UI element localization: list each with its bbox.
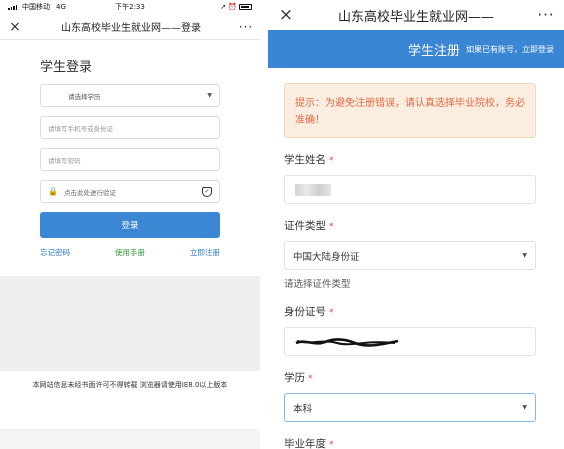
page-title: 山东高校毕业生就业网——登录: [61, 23, 201, 34]
year-label-text: 毕业年度: [284, 438, 326, 449]
caret-down-icon: ▼: [522, 404, 527, 411]
required-mark: *: [329, 222, 334, 232]
education-select-value: 请选择学历: [68, 92, 101, 101]
caret-down-icon: ▼: [522, 252, 527, 259]
required-mark: *: [329, 156, 334, 166]
phone-input[interactable]: 请填写手机号或身份证: [40, 116, 220, 139]
alarm-icon: ⏰: [228, 3, 237, 11]
verify-text: 点击此处进行验证: [63, 188, 116, 197]
required-mark: *: [329, 308, 334, 318]
cert-hint: 请选择证件类型: [284, 279, 351, 290]
education-select[interactable]: 本科 ▼: [284, 393, 536, 422]
name-input[interactable]: [284, 175, 536, 204]
caret-down-icon: ▼: [207, 92, 212, 99]
carrier-label: 中国移动: [22, 3, 50, 11]
cert-label-text: 证件类型: [284, 220, 326, 232]
footer-notice: 本网站信息未经书面许可不得转载 浏览器请使用IE8.0以上版本: [0, 371, 260, 429]
cert-label: 证件类型 *: [284, 218, 536, 233]
lock-icon: 🔒: [48, 187, 58, 196]
nav-bar: × 山东高校毕业生就业网——登录 ···: [0, 14, 260, 40]
has-account-text: 如果已有账号，: [466, 44, 522, 54]
close-icon[interactable]: ×: [0, 19, 30, 35]
cert-type-value: 中国大陆身份证: [293, 251, 360, 263]
password-input[interactable]: 请填写密码: [40, 148, 220, 171]
id-label-text: 身份证号: [284, 306, 326, 318]
name-label: 学生姓名 *: [284, 152, 536, 167]
forgot-password-link[interactable]: 忘记密码: [40, 247, 70, 258]
network-label: 4G: [56, 3, 66, 11]
empty-area: [0, 276, 260, 371]
shield-icon: ✓: [202, 186, 212, 197]
location-icon: ➚: [220, 3, 227, 11]
login-now-link[interactable]: 立即登录: [522, 45, 554, 54]
register-screen: × 山东高校毕业生就业网—— ··· 学生注册 如果已有账号，立即登录 提示：为…: [268, 0, 564, 449]
name-label-text: 学生姓名: [284, 154, 326, 166]
login-links: 忘记密码 使用手册 立即注册: [40, 247, 220, 258]
nav-bar: × 山东高校毕业生就业网—— ···: [268, 0, 564, 30]
battery-icon: [239, 4, 252, 10]
register-form: 学生姓名 * 证件类型 * 中国大陆身份证 ▼ 请选择证件类型 身份证号 * 学历 * …: [268, 152, 564, 449]
register-subtitle: 如果已有账号，立即登录: [466, 44, 554, 55]
login-screen: 中国移动 4G 下午2:33 ➚ ⏰ × 山东高校毕业生就业网——登录 ··· …: [0, 0, 260, 449]
phone-placeholder: 请填写手机号或身份证: [48, 124, 113, 133]
required-mark: *: [308, 374, 313, 384]
login-button[interactable]: 登录: [40, 212, 220, 238]
password-placeholder: 请填写密码: [48, 156, 81, 165]
register-title: 学生注册: [407, 43, 460, 59]
redacted-name: [295, 183, 331, 196]
edu-label: 学历 *: [284, 370, 536, 385]
education-value: 本科: [293, 403, 313, 415]
page-title: 山东高校毕业生就业网——: [337, 9, 494, 25]
register-link[interactable]: 立即注册: [190, 247, 220, 258]
more-icon[interactable]: ···: [528, 6, 564, 24]
signal-icon: [8, 4, 17, 10]
user-manual-link[interactable]: 使用手册: [115, 247, 145, 258]
more-icon[interactable]: ···: [232, 20, 260, 34]
tip-box: 提示：为避免注册错误，请认真选择毕业院校，务必准确！: [284, 83, 536, 138]
education-select[interactable]: 请选择学历 ▼: [40, 84, 220, 107]
edu-label-text: 学历: [284, 372, 305, 384]
login-form: 学生登录 请选择学历 ▼ 请填写手机号或身份证 请填写密码 🔒 点击此处进行验证…: [0, 40, 260, 276]
register-header: 学生注册 如果已有账号，立即登录: [268, 30, 564, 68]
login-heading: 学生登录: [40, 60, 93, 75]
required-mark: *: [329, 440, 334, 449]
cert-type-select[interactable]: 中国大陆身份证 ▼: [284, 241, 536, 270]
id-label: 身份证号 *: [284, 304, 536, 319]
redaction-scribble: [295, 338, 399, 347]
close-icon[interactable]: ×: [268, 5, 304, 25]
year-label: 毕业年度 *: [284, 436, 536, 449]
status-bar: 中国移动 4G 下午2:33 ➚ ⏰: [0, 0, 260, 14]
id-number-input[interactable]: [284, 327, 536, 356]
captcha-verify[interactable]: 🔒 点击此处进行验证 ✓: [40, 180, 220, 203]
